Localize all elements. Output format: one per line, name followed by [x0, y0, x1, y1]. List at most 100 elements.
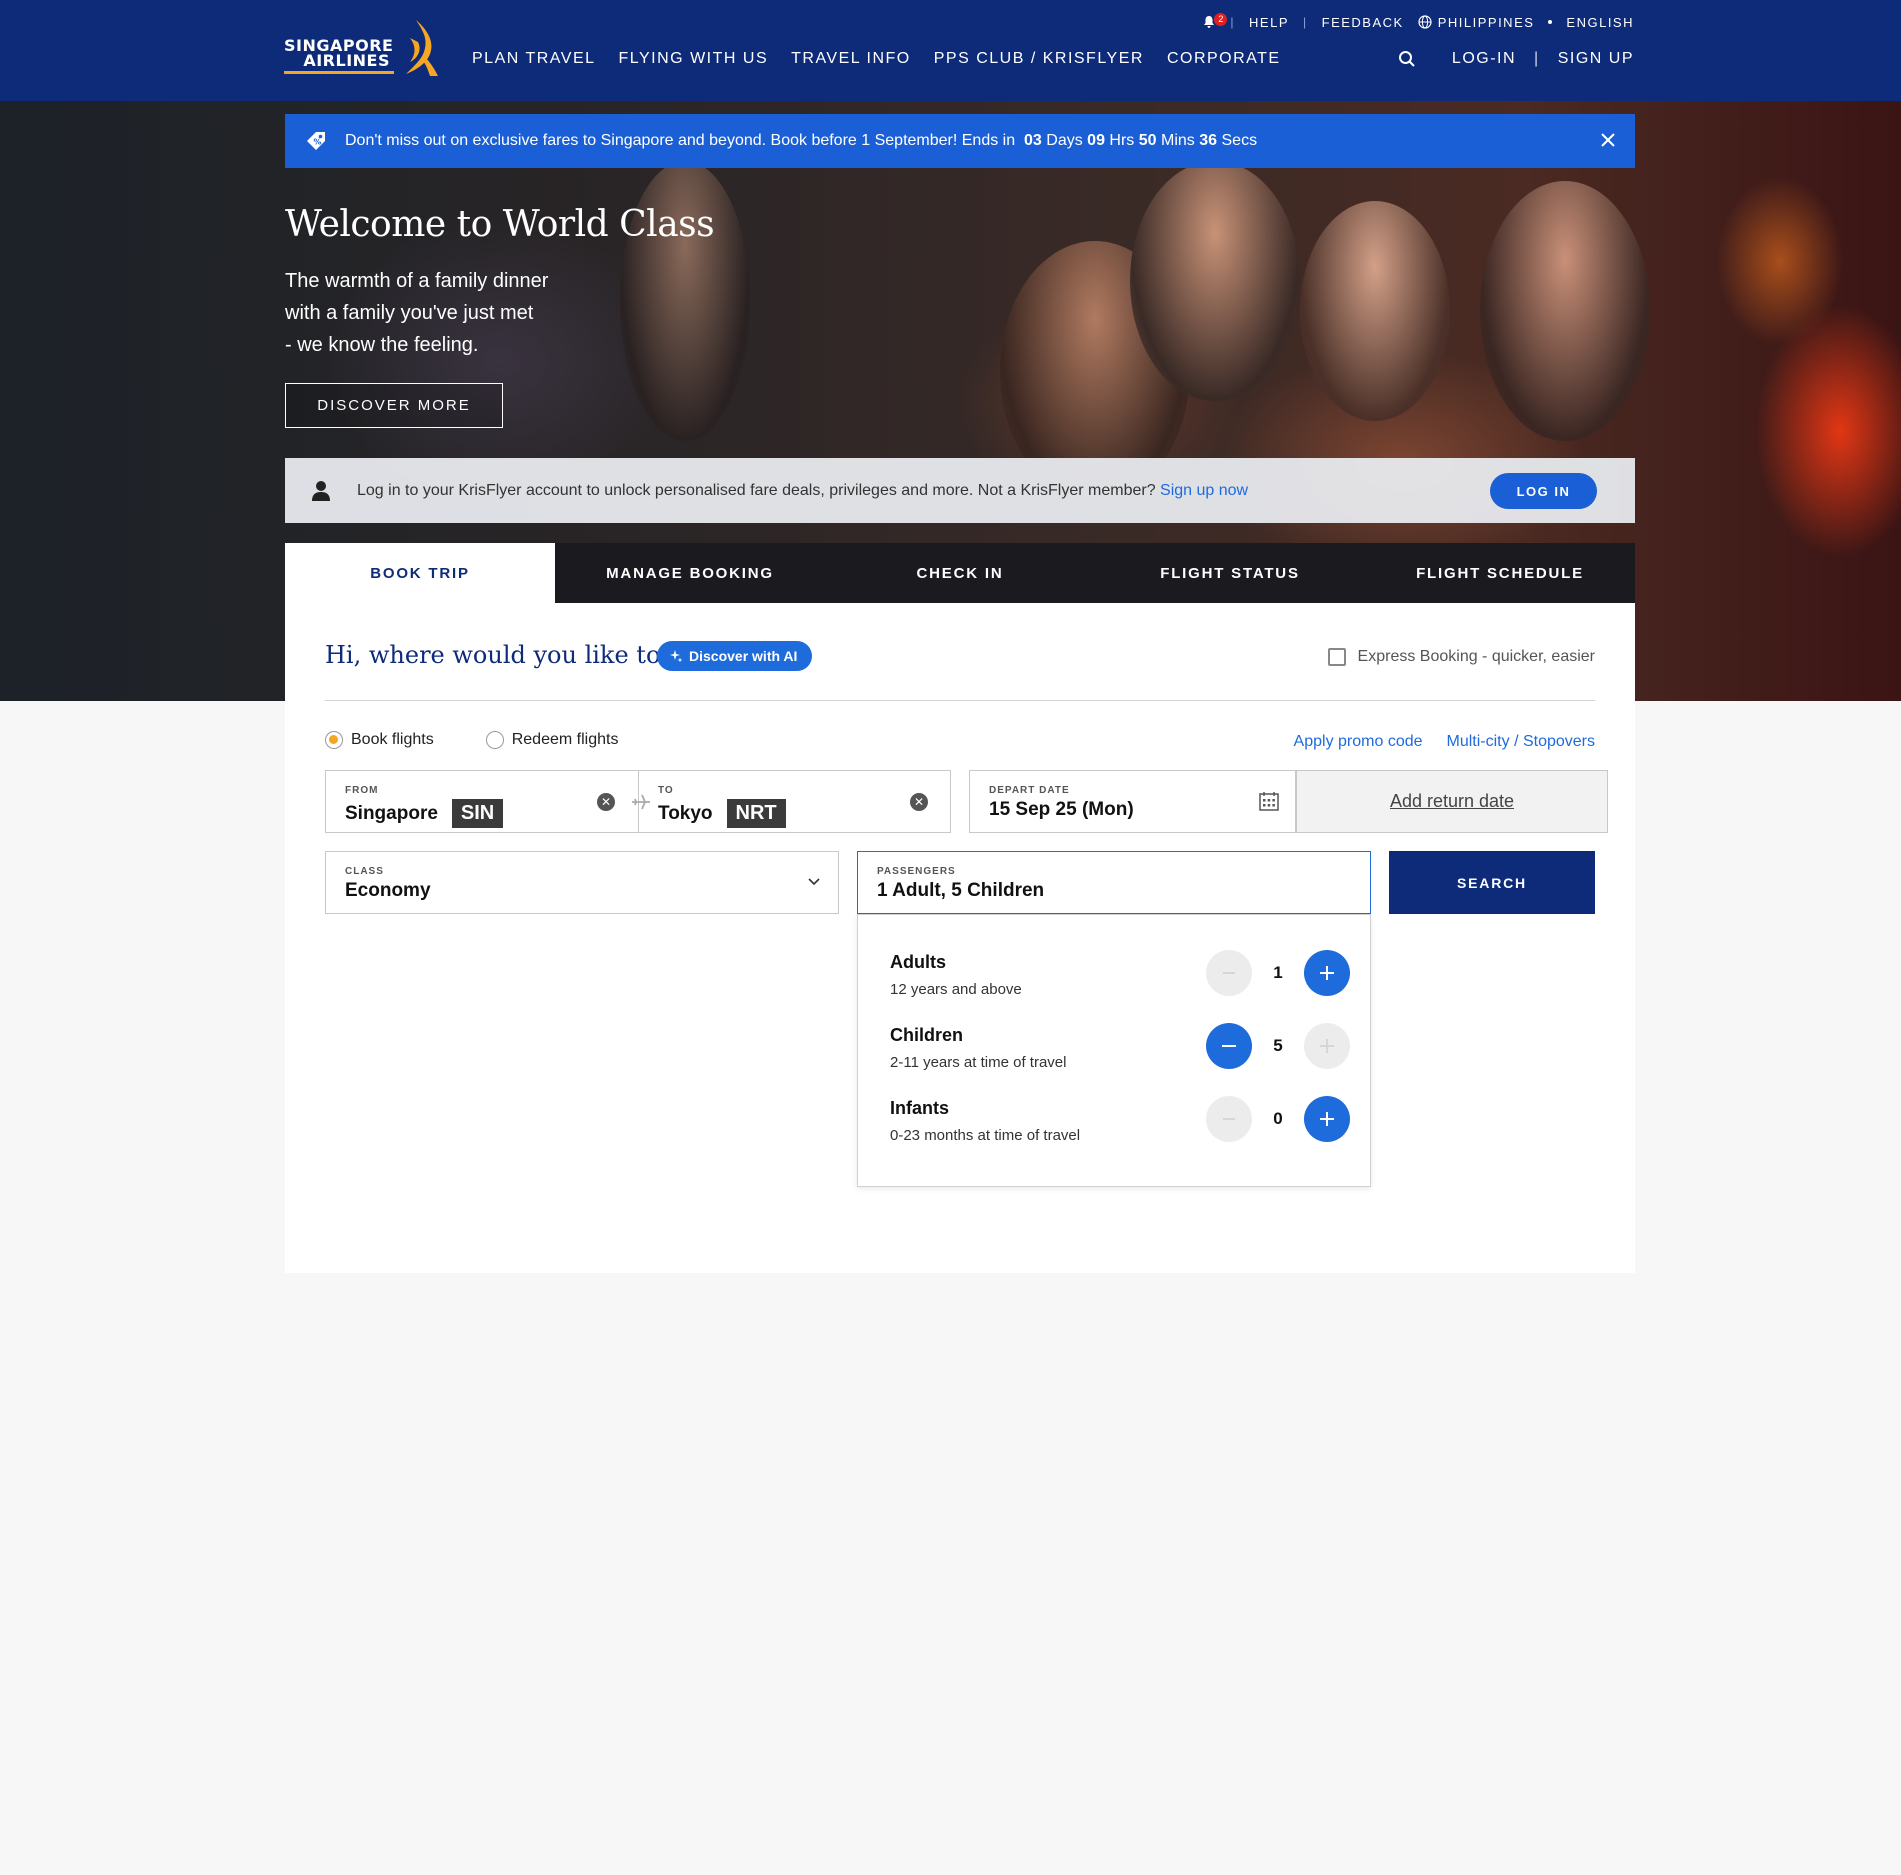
- origin-destination-field: FROM Singapore SIN ✕ TO Tokyo NRT ✕: [325, 770, 951, 833]
- nav-plan-travel[interactable]: PLAN TRAVEL: [472, 50, 596, 68]
- children-increment-button[interactable]: [1304, 1023, 1350, 1069]
- infants-increment-button[interactable]: [1304, 1096, 1350, 1142]
- children-decrement-button[interactable]: [1206, 1023, 1252, 1069]
- search-button[interactable]: SEARCH: [1389, 851, 1595, 914]
- depart-date-label: DEPART DATE: [989, 785, 1070, 796]
- login-link[interactable]: LOG-IN: [1452, 50, 1516, 68]
- tab-manage-booking[interactable]: MANAGE BOOKING: [555, 543, 825, 603]
- passengers-field[interactable]: PASSENGERS 1 Adult, 5 Children: [857, 851, 1371, 914]
- promo-banner: % Don't miss out on exclusive fares to S…: [285, 114, 1635, 168]
- redeem-flights-option[interactable]: Redeem flights: [485, 731, 618, 749]
- to-city: Tokyo: [658, 802, 713, 824]
- multi-city-stopovers-link[interactable]: Multi-city / Stopovers: [1447, 733, 1595, 751]
- passenger-row-adults: Adults 12 years and above 1: [890, 950, 1350, 1008]
- book-flights-radio[interactable]: [325, 731, 343, 749]
- infants-decrement-button[interactable]: [1206, 1096, 1252, 1142]
- minus-icon: [1223, 1118, 1235, 1120]
- booking-greeting: Hi, where would you like to go?: [325, 641, 711, 669]
- hero-subtitle-line: with a family you've just met: [285, 302, 534, 324]
- adults-increment-button[interactable]: [1304, 950, 1350, 996]
- passenger-row-children: Children 2-11 years at time of travel 5: [890, 1023, 1350, 1081]
- nav-pps-club-krisflyer[interactable]: PPS CLUB / KRISFLYER: [934, 50, 1144, 68]
- language-selector[interactable]: ENGLISH: [1566, 15, 1634, 30]
- discover-with-ai-button[interactable]: Discover with AI: [657, 641, 813, 671]
- sparkle-icon: [670, 650, 683, 663]
- ai-chip-label: Discover with AI: [689, 648, 798, 664]
- main-nav: PLAN TRAVEL FLYING WITH US TRAVEL INFO P…: [472, 50, 1281, 68]
- country-selector[interactable]: PHILIPPINES: [1438, 15, 1535, 30]
- minus-icon: [1223, 972, 1235, 974]
- depart-date-value: 15 Sep 25 (Mon): [989, 799, 1134, 820]
- countdown-seconds-label: Secs: [1221, 132, 1258, 149]
- express-booking-toggle[interactable]: Express Booking - quicker, easier: [1327, 648, 1595, 666]
- separator: |: [1230, 15, 1236, 29]
- nav-flying-with-us[interactable]: FLYING WITH US: [619, 50, 769, 68]
- site-header: SINGAPORE AIRLINES 2 | HELP | FEEDBACK P…: [0, 0, 1901, 101]
- promo-message: Don't miss out on exclusive fares to Sin…: [345, 132, 1257, 150]
- adults-count: 1: [1273, 963, 1283, 982]
- from-label: FROM: [345, 785, 379, 796]
- from-field[interactable]: FROM Singapore SIN ✕: [326, 771, 638, 833]
- children-stepper: 5: [1206, 1023, 1350, 1069]
- divider: [325, 700, 1595, 701]
- signup-link[interactable]: SIGN UP: [1558, 50, 1634, 68]
- class-select[interactable]: CLASS Economy: [325, 851, 839, 914]
- dot-separator: [1548, 20, 1553, 24]
- depart-date-field[interactable]: DEPART DATE 15 Sep 25 (Mon): [969, 770, 1296, 833]
- notifications-button[interactable]: 2: [1202, 13, 1228, 29]
- countdown-minutes: 50: [1138, 132, 1157, 149]
- nav-travel-info[interactable]: TRAVEL INFO: [791, 50, 911, 68]
- feedback-link[interactable]: FEEDBACK: [1322, 15, 1404, 30]
- add-return-date-field[interactable]: Add return date: [1296, 770, 1608, 833]
- krisflyer-login-banner: Log in to your KrisFlyer account to unlo…: [285, 458, 1635, 523]
- logo-line-2: AIRLINES: [303, 51, 390, 70]
- chevron-down-icon: [808, 878, 820, 886]
- infants-stepper: 0: [1206, 1096, 1350, 1142]
- to-value: Tokyo NRT: [658, 799, 786, 828]
- globe-icon: [1418, 15, 1432, 29]
- plus-icon: [1320, 1112, 1334, 1126]
- to-airport-code: NRT: [726, 799, 786, 828]
- krisflyer-message: Log in to your KrisFlyer account to unlo…: [357, 482, 1248, 500]
- adults-decrement-button[interactable]: [1206, 950, 1252, 996]
- hero-title: Welcome to World Class: [285, 204, 715, 245]
- plus-icon: [1320, 1039, 1334, 1053]
- express-booking-checkbox[interactable]: [1327, 648, 1346, 666]
- krisflyer-login-button[interactable]: LOG IN: [1490, 473, 1597, 509]
- hero-subtitle: The warmth of a family dinner with a fam…: [285, 265, 605, 361]
- singapore-airlines-logo[interactable]: SINGAPORE AIRLINES: [284, 18, 440, 78]
- notification-badge: 2: [1214, 13, 1228, 26]
- tab-flight-status[interactable]: FLIGHT STATUS: [1095, 543, 1365, 603]
- class-label: CLASS: [345, 866, 384, 877]
- book-flights-label: Book flights: [351, 731, 434, 748]
- hero-subtitle-line: The warmth of a family dinner: [285, 270, 549, 292]
- to-field[interactable]: TO Tokyo NRT ✕: [639, 771, 951, 833]
- hero-subtitle-line: - we know the feeling.: [285, 334, 479, 356]
- bird-logo-icon: [406, 20, 438, 76]
- redeem-flights-radio[interactable]: [485, 731, 504, 749]
- nav-corporate[interactable]: CORPORATE: [1167, 50, 1281, 68]
- help-link[interactable]: HELP: [1249, 15, 1289, 30]
- auth-links: LOG-IN | SIGN UP: [1398, 50, 1634, 68]
- search-icon[interactable]: [1398, 50, 1416, 68]
- tab-flight-schedule[interactable]: FLIGHT SCHEDULE: [1365, 543, 1635, 603]
- close-icon[interactable]: [1599, 131, 1617, 149]
- children-count: 5: [1273, 1036, 1283, 1055]
- booking-tabs: BOOK TRIP MANAGE BOOKING CHECK IN FLIGHT…: [285, 543, 1635, 603]
- apply-promo-code-link[interactable]: Apply promo code: [1294, 733, 1423, 751]
- discover-more-button[interactable]: DISCOVER MORE: [285, 383, 503, 428]
- booking-type-radios: Book flights Redeem flights: [325, 731, 618, 749]
- tab-check-in[interactable]: CHECK IN: [825, 543, 1095, 603]
- hero-photo-figure: [1130, 161, 1300, 401]
- class-value: Economy: [345, 880, 431, 901]
- clear-origin-icon[interactable]: ✕: [597, 793, 615, 811]
- tab-book-trip[interactable]: BOOK TRIP: [285, 543, 555, 603]
- hero-photo-figure: [620, 161, 750, 441]
- clear-destination-icon[interactable]: ✕: [910, 793, 928, 811]
- passengers-label: PASSENGERS: [877, 866, 956, 877]
- book-flights-option[interactable]: Book flights: [325, 731, 434, 749]
- signup-now-link[interactable]: Sign up now: [1160, 482, 1248, 499]
- plus-icon: [1320, 966, 1334, 980]
- countdown-minutes-label: Mins: [1161, 132, 1195, 149]
- logo-underline: [284, 71, 394, 74]
